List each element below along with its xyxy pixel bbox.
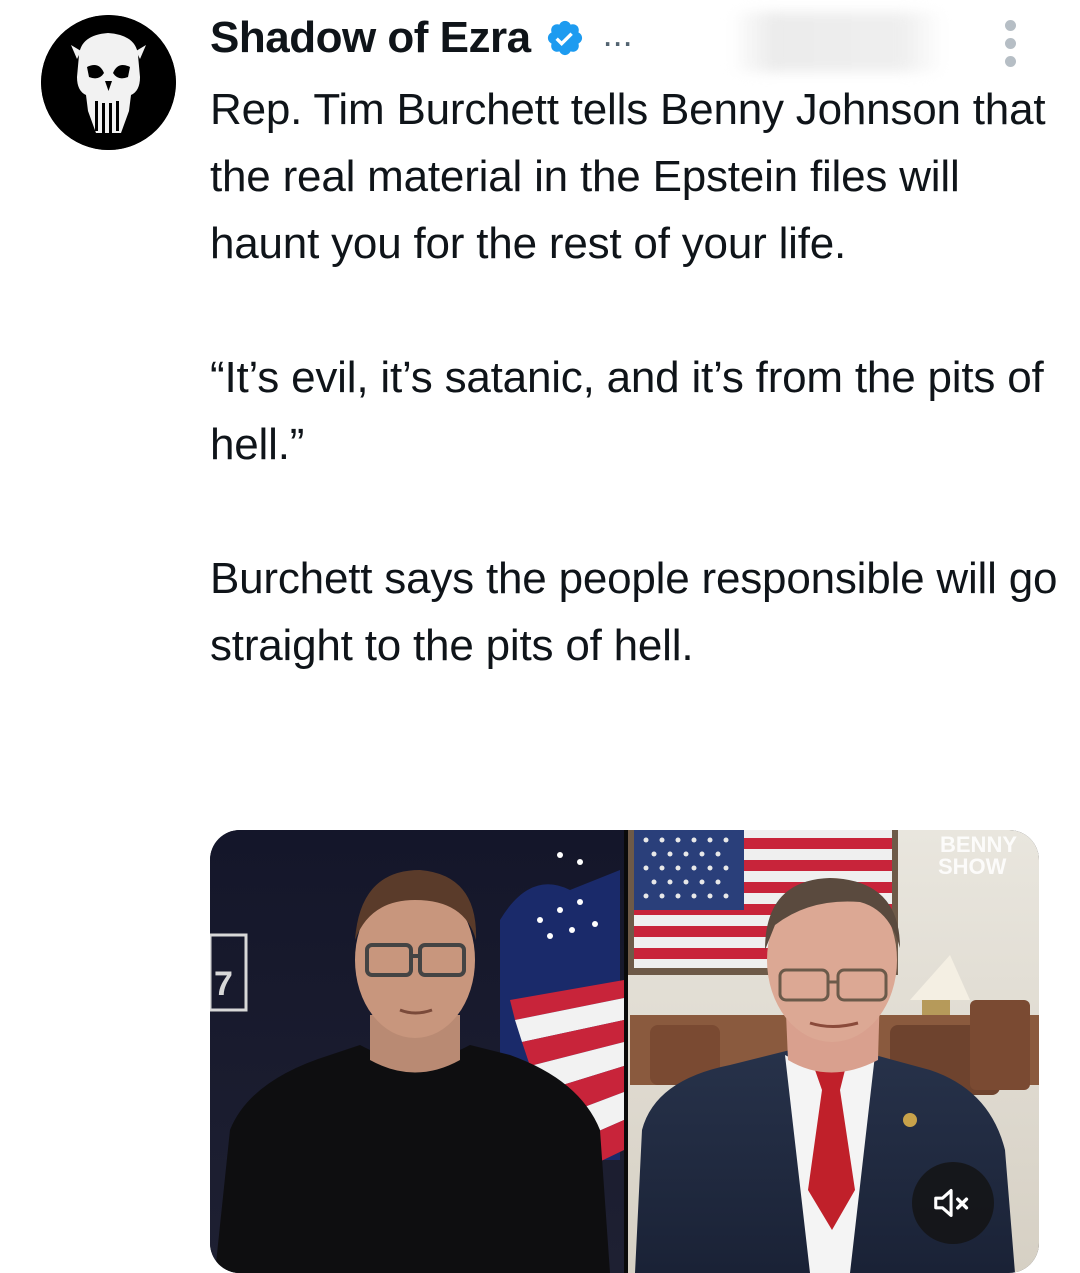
author-display-name[interactable]: Shadow of Ezra: [210, 13, 531, 63]
blurred-handle: [730, 12, 945, 72]
left-corner-label: 7: [214, 965, 233, 1003]
author-avatar[interactable]: [41, 15, 176, 150]
tweet-paragraph: “It’s evil, it’s satanic, and it’s from …: [210, 353, 1044, 469]
tweet-header: Shadow of Ezra ...: [210, 8, 633, 68]
mute-toggle-button[interactable]: [912, 1162, 994, 1244]
header-ellipsis: ...: [602, 13, 633, 54]
volume-muted-icon: [934, 1189, 969, 1217]
tweet-paragraph: Burchett says the people responsible wil…: [210, 554, 1058, 670]
left-video-panel: 7: [210, 830, 624, 1273]
punisher-skull-icon: [41, 15, 176, 150]
watermark-line-2: SHOW: [938, 854, 1007, 879]
verified-badge-icon[interactable]: [545, 18, 585, 58]
tweet-paragraph: Rep. Tim Burchett tells Benny Johnson th…: [210, 85, 1046, 268]
tweet-text: Rep. Tim Burchett tells Benny Johnson th…: [210, 76, 1060, 679]
more-options-icon[interactable]: [996, 18, 1026, 70]
